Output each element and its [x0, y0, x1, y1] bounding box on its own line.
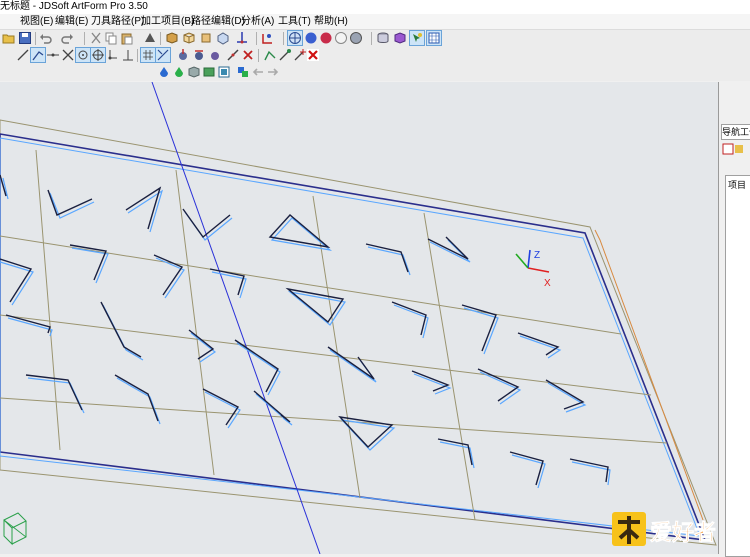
window-title: 无标题 - JDSoft ArtForm Pro 3.50 — [0, 1, 148, 12]
line-icon[interactable] — [16, 48, 30, 62]
3d-viewport[interactable]: X Z — [0, 82, 718, 554]
menu-edit[interactable]: 编辑(E) — [53, 14, 90, 29]
panel-title[interactable]: 导航工作 — [721, 124, 750, 140]
grid-snap-icon[interactable] — [140, 47, 156, 63]
title-bar: 无标题 - JDSoft ArtForm Pro 3.50 — [0, 0, 750, 14]
sphere-gray-icon[interactable] — [349, 31, 363, 45]
main-toolbar — [0, 30, 750, 47]
tool3-icon[interactable] — [208, 48, 222, 62]
menu-toolpath[interactable]: 刀具路径(P) — [89, 14, 146, 29]
menu-view[interactable]: 视图(E) — [18, 14, 55, 29]
box-color-icon[interactable] — [393, 31, 407, 45]
delete-x-icon[interactable] — [241, 48, 255, 62]
arc-icon[interactable] — [30, 47, 46, 63]
sphere-red-icon[interactable] — [319, 31, 333, 45]
tool2-icon[interactable] — [192, 48, 206, 62]
cut-icon[interactable] — [89, 31, 103, 45]
project-tree: 项目 — [725, 175, 750, 557]
stack-icon[interactable] — [217, 65, 231, 79]
axis-x-label: X — [544, 278, 551, 289]
target-icon[interactable] — [90, 47, 106, 63]
watermark-logo: 爱好者 — [612, 512, 732, 550]
part-outline — [0, 133, 707, 541]
cross-icon[interactable] — [61, 48, 75, 62]
point-icon[interactable] — [46, 48, 60, 62]
menu-analysis[interactable]: 分析(A) — [239, 14, 276, 29]
navigation-panel: 导航工作 项目 — [718, 82, 750, 557]
copy-icon[interactable] — [104, 31, 118, 45]
menu-help[interactable]: 帮助(H) — [312, 14, 350, 29]
origin-axes: X Z — [515, 249, 551, 289]
view-toolbar — [0, 64, 750, 81]
blue-drop-icon[interactable] — [157, 65, 171, 79]
view-iso-icon[interactable] — [216, 31, 230, 45]
stack2-icon[interactable] — [236, 65, 250, 79]
gray-cube-icon[interactable] — [187, 65, 201, 79]
globe-icon[interactable] — [287, 30, 303, 46]
toolpath-canvas: X Z — [0, 82, 717, 554]
cylinder-icon[interactable] — [376, 31, 390, 45]
tool4-icon[interactable] — [226, 48, 240, 62]
close-red-icon[interactable] — [306, 48, 320, 62]
grid-icon[interactable] — [426, 30, 442, 46]
mirror-icon[interactable] — [278, 48, 292, 62]
tree-node-project[interactable]: 项目 — [728, 178, 746, 191]
perpendicular-icon[interactable] — [121, 48, 135, 62]
panel-toolbar — [721, 142, 750, 156]
shade-icon[interactable] — [143, 31, 157, 45]
view-cube-icon[interactable] — [3, 512, 27, 546]
axis-z-label: Z — [534, 250, 540, 261]
select-mode-icon[interactable] — [409, 30, 425, 46]
layer-icon[interactable] — [261, 31, 275, 45]
trim-icon[interactable] — [155, 47, 171, 63]
view-front-icon[interactable] — [199, 31, 213, 45]
back-icon[interactable] — [251, 65, 265, 79]
view-top-icon[interactable] — [235, 31, 249, 45]
cube-icon[interactable] — [165, 31, 179, 45]
green-box-icon[interactable] — [202, 65, 216, 79]
part-offset — [0, 137, 701, 537]
open-icon[interactable] — [2, 31, 16, 45]
save-icon[interactable] — [18, 31, 32, 45]
draw-toolbar — [0, 47, 750, 64]
sphere-white-icon[interactable] — [334, 31, 348, 45]
green-drop-icon[interactable] — [172, 65, 186, 79]
paste-icon[interactable] — [120, 31, 134, 45]
redo-icon[interactable] — [60, 31, 74, 45]
tangent-icon[interactable] — [106, 48, 120, 62]
circle-snap-icon[interactable] — [75, 47, 91, 63]
cube-wire-icon[interactable] — [182, 31, 196, 45]
path-icon[interactable] — [263, 48, 277, 62]
undo-icon[interactable] — [39, 31, 53, 45]
menu-bar: 视图(E) 编辑(E) 刀具路径(P) 加工项目(B) 路径编辑(D) 分析(A… — [0, 14, 750, 30]
wand-icon[interactable] — [293, 48, 307, 62]
menu-tools[interactable]: 工具(T) — [276, 14, 313, 29]
tool1-icon[interactable] — [176, 48, 190, 62]
menu-machining-project[interactable]: 加工项目(B) — [139, 14, 196, 29]
sphere-blue-icon[interactable] — [304, 31, 318, 45]
forward-icon[interactable] — [266, 65, 280, 79]
watermark-text: 爱好者 — [650, 520, 716, 545]
